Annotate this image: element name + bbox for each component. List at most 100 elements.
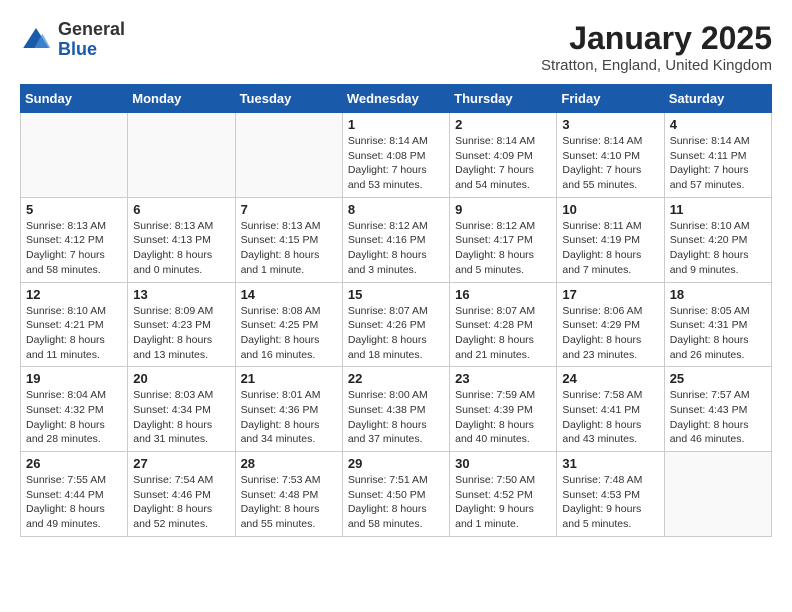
- day-info: Sunrise: 8:13 AM Sunset: 4:12 PM Dayligh…: [26, 219, 122, 278]
- logo-general: General: [58, 19, 125, 39]
- day-number: 4: [670, 117, 766, 132]
- title-block: January 2025 Stratton, England, United K…: [541, 20, 772, 74]
- week-row-3: 12 Sunrise: 8:10 AM Sunset: 4:21 PM Dayli…: [21, 282, 772, 367]
- weekday-header-saturday: Saturday: [664, 85, 771, 113]
- day-info: Sunrise: 8:07 AM Sunset: 4:26 PM Dayligh…: [348, 304, 444, 363]
- day-number: 27: [133, 456, 229, 471]
- day-number: 11: [670, 202, 766, 217]
- calendar-table: SundayMondayTuesdayWednesdayThursdayFrid…: [20, 84, 772, 537]
- day-info: Sunrise: 8:00 AM Sunset: 4:38 PM Dayligh…: [348, 388, 444, 447]
- calendar-cell: 9 Sunrise: 8:12 AM Sunset: 4:17 PM Daylig…: [450, 197, 557, 282]
- day-number: 5: [26, 202, 122, 217]
- weekday-header-sunday: Sunday: [21, 85, 128, 113]
- calendar-cell: 29 Sunrise: 7:51 AM Sunset: 4:50 PM Dayli…: [342, 452, 449, 537]
- calendar-cell: 31Sunrise: 7:48 AM Sunset: 4:53 PM Dayli…: [557, 452, 664, 537]
- day-number: 12: [26, 287, 122, 302]
- calendar-cell: [128, 113, 235, 198]
- day-number: 30: [455, 456, 551, 471]
- day-info: Sunrise: 8:01 AM Sunset: 4:36 PM Dayligh…: [241, 388, 337, 447]
- day-number: 19: [26, 371, 122, 386]
- day-info: Sunrise: 8:04 AM Sunset: 4:32 PM Dayligh…: [26, 388, 122, 447]
- day-number: 13: [133, 287, 229, 302]
- logo-text: General Blue: [58, 20, 125, 60]
- day-info: Sunrise: 7:50 AM Sunset: 4:52 PM Dayligh…: [455, 473, 551, 532]
- location-subtitle: Stratton, England, United Kingdom: [541, 57, 772, 74]
- day-number: 14: [241, 287, 337, 302]
- weekday-header-thursday: Thursday: [450, 85, 557, 113]
- calendar-cell: 10 Sunrise: 8:11 AM Sunset: 4:19 PM Dayli…: [557, 197, 664, 282]
- logo: General Blue: [20, 20, 125, 60]
- day-info: Sunrise: 8:13 AM Sunset: 4:15 PM Dayligh…: [241, 219, 337, 278]
- calendar-cell: 19 Sunrise: 8:04 AM Sunset: 4:32 PM Dayli…: [21, 367, 128, 452]
- day-number: 23: [455, 371, 551, 386]
- calendar-header-row: SundayMondayTuesdayWednesdayThursdayFrid…: [21, 85, 772, 113]
- day-info: Sunrise: 8:11 AM Sunset: 4:19 PM Dayligh…: [562, 219, 658, 278]
- day-info: Sunrise: 8:07 AM Sunset: 4:28 PM Dayligh…: [455, 304, 551, 363]
- day-number: 15: [348, 287, 444, 302]
- day-number: 21: [241, 371, 337, 386]
- calendar-cell: 17Sunrise: 8:06 AM Sunset: 4:29 PM Dayli…: [557, 282, 664, 367]
- calendar-cell: 22 Sunrise: 8:00 AM Sunset: 4:38 PM Dayli…: [342, 367, 449, 452]
- day-info: Sunrise: 7:54 AM Sunset: 4:46 PM Dayligh…: [133, 473, 229, 532]
- week-row-4: 19 Sunrise: 8:04 AM Sunset: 4:32 PM Dayli…: [21, 367, 772, 452]
- day-number: 29: [348, 456, 444, 471]
- day-info: Sunrise: 8:08 AM Sunset: 4:25 PM Dayligh…: [241, 304, 337, 363]
- weekday-header-monday: Monday: [128, 85, 235, 113]
- day-number: 20: [133, 371, 229, 386]
- day-info: Sunrise: 8:12 AM Sunset: 4:16 PM Dayligh…: [348, 219, 444, 278]
- day-info: Sunrise: 8:14 AM Sunset: 4:11 PM Dayligh…: [670, 134, 766, 193]
- day-number: 8: [348, 202, 444, 217]
- calendar-cell: 11Sunrise: 8:10 AM Sunset: 4:20 PM Dayli…: [664, 197, 771, 282]
- calendar-cell: 14 Sunrise: 8:08 AM Sunset: 4:25 PM Dayli…: [235, 282, 342, 367]
- calendar-cell: [235, 113, 342, 198]
- calendar-cell: 7 Sunrise: 8:13 AM Sunset: 4:15 PM Daylig…: [235, 197, 342, 282]
- day-info: Sunrise: 8:12 AM Sunset: 4:17 PM Dayligh…: [455, 219, 551, 278]
- calendar-cell: 24 Sunrise: 7:58 AM Sunset: 4:41 PM Dayli…: [557, 367, 664, 452]
- calendar-cell: 5 Sunrise: 8:13 AM Sunset: 4:12 PM Daylig…: [21, 197, 128, 282]
- calendar-cell: 28Sunrise: 7:53 AM Sunset: 4:48 PM Dayli…: [235, 452, 342, 537]
- day-info: Sunrise: 8:14 AM Sunset: 4:08 PM Dayligh…: [348, 134, 444, 193]
- day-number: 17: [562, 287, 658, 302]
- calendar-cell: 8 Sunrise: 8:12 AM Sunset: 4:16 PM Daylig…: [342, 197, 449, 282]
- day-number: 26: [26, 456, 122, 471]
- day-number: 16: [455, 287, 551, 302]
- calendar-cell: 12 Sunrise: 8:10 AM Sunset: 4:21 PM Dayli…: [21, 282, 128, 367]
- day-info: Sunrise: 8:09 AM Sunset: 4:23 PM Dayligh…: [133, 304, 229, 363]
- day-info: Sunrise: 8:14 AM Sunset: 4:09 PM Dayligh…: [455, 134, 551, 193]
- day-info: Sunrise: 8:05 AM Sunset: 4:31 PM Dayligh…: [670, 304, 766, 363]
- day-number: 22: [348, 371, 444, 386]
- page-header: General Blue January 2025 Stratton, Engl…: [20, 20, 772, 74]
- weekday-header-tuesday: Tuesday: [235, 85, 342, 113]
- calendar-cell: 4 Sunrise: 8:14 AM Sunset: 4:11 PM Daylig…: [664, 113, 771, 198]
- day-info: Sunrise: 7:58 AM Sunset: 4:41 PM Dayligh…: [562, 388, 658, 447]
- weekday-header-friday: Friday: [557, 85, 664, 113]
- day-info: Sunrise: 7:57 AM Sunset: 4:43 PM Dayligh…: [670, 388, 766, 447]
- calendar-cell: [664, 452, 771, 537]
- calendar-cell: [21, 113, 128, 198]
- day-info: Sunrise: 8:03 AM Sunset: 4:34 PM Dayligh…: [133, 388, 229, 447]
- day-number: 7: [241, 202, 337, 217]
- logo-blue: Blue: [58, 39, 97, 59]
- day-number: 31: [562, 456, 658, 471]
- day-info: Sunrise: 8:13 AM Sunset: 4:13 PM Dayligh…: [133, 219, 229, 278]
- day-number: 18: [670, 287, 766, 302]
- day-number: 28: [241, 456, 337, 471]
- month-title: January 2025: [541, 20, 772, 57]
- day-info: Sunrise: 7:51 AM Sunset: 4:50 PM Dayligh…: [348, 473, 444, 532]
- day-number: 10: [562, 202, 658, 217]
- weekday-header-wednesday: Wednesday: [342, 85, 449, 113]
- calendar-cell: 13 Sunrise: 8:09 AM Sunset: 4:23 PM Dayli…: [128, 282, 235, 367]
- day-number: 9: [455, 202, 551, 217]
- calendar-cell: 6Sunrise: 8:13 AM Sunset: 4:13 PM Daylig…: [128, 197, 235, 282]
- calendar-cell: 16 Sunrise: 8:07 AM Sunset: 4:28 PM Dayli…: [450, 282, 557, 367]
- day-number: 3: [562, 117, 658, 132]
- day-info: Sunrise: 8:10 AM Sunset: 4:21 PM Dayligh…: [26, 304, 122, 363]
- week-row-2: 5 Sunrise: 8:13 AM Sunset: 4:12 PM Daylig…: [21, 197, 772, 282]
- calendar-cell: 2Sunrise: 8:14 AM Sunset: 4:09 PM Daylig…: [450, 113, 557, 198]
- calendar-cell: 26Sunrise: 7:55 AM Sunset: 4:44 PM Dayli…: [21, 452, 128, 537]
- calendar-cell: 15 Sunrise: 8:07 AM Sunset: 4:26 PM Dayli…: [342, 282, 449, 367]
- calendar-cell: 23Sunrise: 7:59 AM Sunset: 4:39 PM Dayli…: [450, 367, 557, 452]
- day-number: 24: [562, 371, 658, 386]
- calendar-cell: 21 Sunrise: 8:01 AM Sunset: 4:36 PM Dayli…: [235, 367, 342, 452]
- logo-icon: [20, 24, 52, 56]
